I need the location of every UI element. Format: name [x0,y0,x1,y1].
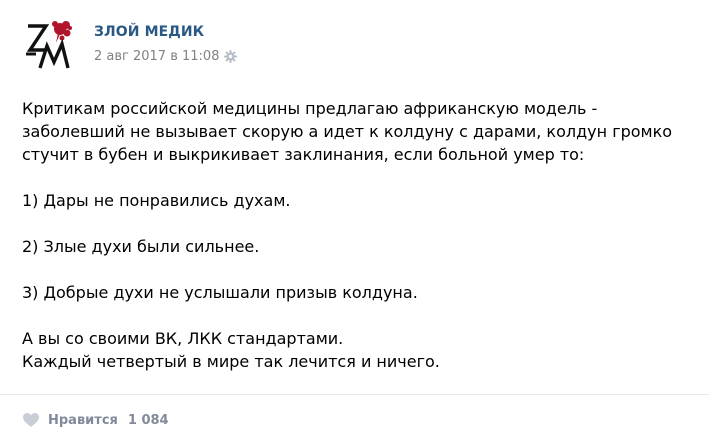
list-item: 2) Злые духи были сильнее. [22,237,260,256]
like-count: 1 084 [127,412,169,428]
paragraph-intro: Критикам российской медицины предлагаю а… [22,99,673,164]
post-date[interactable]: 2 авг 2017 в 11:08 [94,49,219,64]
author-name[interactable]: ЗЛОЙ МЕДИК [94,24,204,40]
like-label: Нравится [48,412,118,428]
post-meta: 2 авг 2017 в 11:08 [94,49,238,64]
gear-icon[interactable] [224,50,238,63]
heart-icon [22,412,40,428]
like-button[interactable]: Нравится 1 084 [22,412,169,428]
post-footer: Нравится 1 084 [0,394,709,446]
wall-post: ЗЛОЙ МЕДИК 2 авг 2017 в 11:08 Критикам р… [0,0,709,445]
zm-logo-icon[interactable] [22,16,78,72]
paragraph-closing-2: Каждый четвертый в мире так лечится и ни… [22,352,440,371]
post-text: Критикам российской медицины предлагаю а… [22,97,697,373]
list-item: 1) Дары не понравились духам. [22,191,291,210]
list-item: 3) Добрые духи не услышали призыв колдун… [22,283,418,302]
paragraph-closing-1: А вы со своими ВК, ЛКК стандартами. [22,329,344,348]
